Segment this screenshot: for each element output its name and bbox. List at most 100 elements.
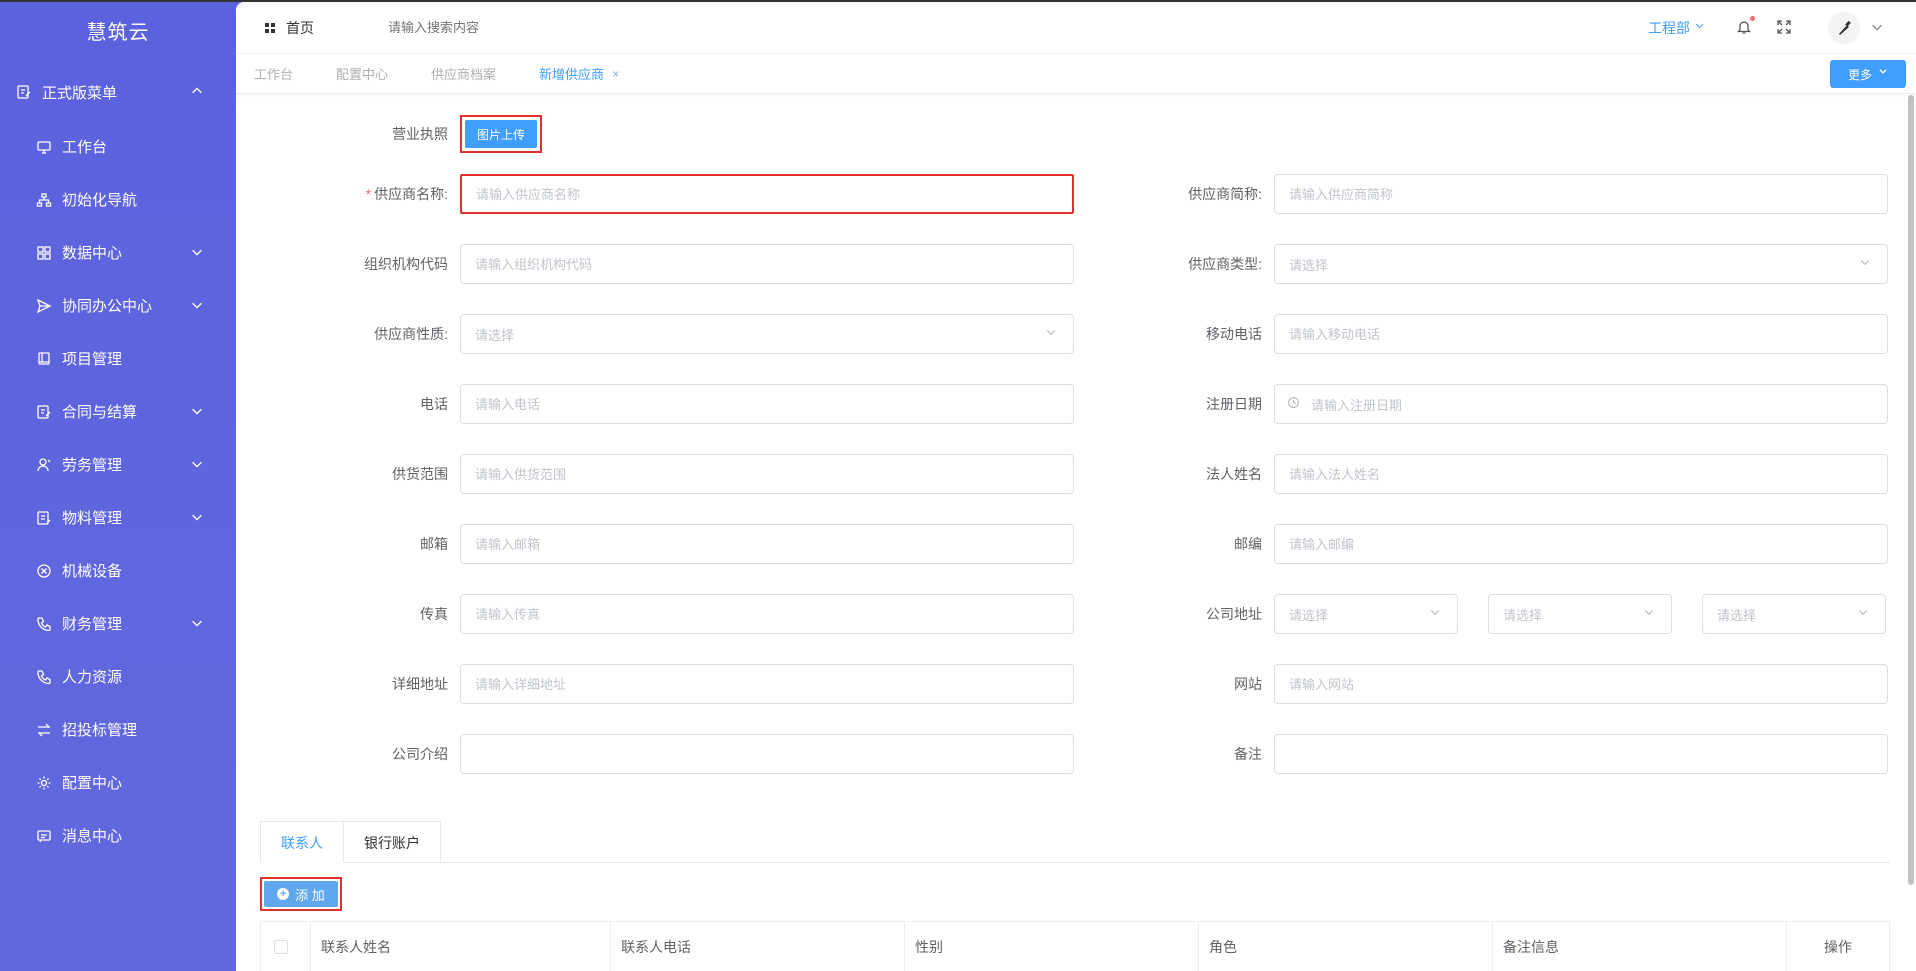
chevron-down-icon [1429, 606, 1445, 622]
tab-contacts[interactable]: 联系人 [260, 821, 344, 863]
field-label: 移动电话 [1126, 314, 1262, 354]
sidebar-item[interactable]: 财务管理 [0, 597, 236, 650]
field-label-text: 备注 [1234, 746, 1262, 762]
text-input[interactable] [1274, 174, 1888, 214]
page-tab-label: 供应商档案 [431, 67, 497, 82]
avatar[interactable] [1828, 12, 1860, 44]
select-placeholder: 请选择 [1289, 257, 1329, 273]
sidebar-group-formal-menu[interactable]: 正式版菜单 [0, 64, 236, 120]
field-label-text: 法人姓名 [1206, 466, 1262, 482]
chevron-down-icon [1045, 326, 1061, 342]
add-highlight-box: + 添 加 [260, 877, 342, 911]
text-input[interactable] [1274, 314, 1888, 354]
home-label: 首页 [286, 19, 314, 36]
chevron-down-icon [190, 245, 206, 261]
sidebar-item[interactable]: 机械设备 [0, 544, 236, 597]
text-input[interactable] [460, 384, 1074, 424]
top-header: 首页 工程部 [236, 2, 1916, 54]
sidebar-item[interactable]: 物料管理 [0, 491, 236, 544]
sidebar-item[interactable]: 协同办公中心 [0, 279, 236, 332]
sidebar-item[interactable]: 招投标管理 [0, 703, 236, 756]
sidebar-item[interactable]: 劳务管理 [0, 438, 236, 491]
user-avatar-icon [1836, 20, 1852, 36]
page-tab-label: 新增供应商 [539, 67, 605, 82]
notification-button[interactable] [1736, 15, 1755, 38]
fullscreen-button[interactable] [1776, 19, 1792, 38]
field-label: 供应商类型: [1126, 244, 1262, 284]
column-header: 联系人姓名 [311, 922, 611, 971]
page-tab[interactable]: 配置中心 [336, 64, 388, 83]
text-input[interactable] [1274, 454, 1888, 494]
book-icon [36, 351, 52, 367]
field-label: 邮编 [1126, 524, 1262, 564]
address-select[interactable]: 请选择 [1488, 594, 1672, 634]
field-label-text: 邮箱 [420, 536, 448, 552]
field-label: 组织机构代码 [316, 244, 448, 284]
text-input[interactable] [1274, 734, 1888, 774]
text-input[interactable] [460, 454, 1074, 494]
upload-highlight-box: 图片上传 [460, 115, 542, 153]
sidebar-item-label: 配置中心 [62, 775, 123, 792]
text-input[interactable] [460, 244, 1074, 284]
add-label: 添 加 [295, 887, 325, 903]
text-input[interactable] [1274, 524, 1888, 564]
page-tab[interactable]: 供应商档案 [431, 64, 496, 83]
sidebar-item[interactable]: 工作台 [0, 120, 236, 173]
address-select[interactable]: 请选择 [1274, 594, 1458, 634]
sidebar-item[interactable]: 数据中心 [0, 226, 236, 279]
worker-icon [36, 457, 52, 473]
field-label-text: 传真 [420, 606, 448, 622]
avatar-chevron-down-icon[interactable] [1870, 20, 1886, 36]
contacts-table-header: 联系人姓名 联系人电话 性别 角色 备注信息 操作 [260, 921, 1890, 971]
field-label-text: 公司地址 [1206, 606, 1262, 622]
more-button[interactable]: 更多 [1830, 60, 1906, 88]
add-contact-button[interactable]: + 添 加 [264, 881, 338, 907]
close-tab-icon[interactable]: × [612, 67, 619, 81]
text-input[interactable] [1274, 664, 1888, 704]
text-input[interactable] [460, 524, 1074, 564]
vertical-scrollbar[interactable] [1908, 95, 1914, 885]
date-placeholder: 请输入注册日期 [1311, 397, 1403, 413]
select-all-checkbox[interactable] [274, 940, 288, 954]
notification-dot [1750, 15, 1755, 21]
page-tab[interactable]: 新增供应商 × [539, 64, 619, 83]
home-breadcrumb[interactable]: 首页 [262, 18, 314, 38]
image-upload-button[interactable]: 图片上传 [465, 120, 537, 148]
text-input[interactable] [460, 664, 1074, 704]
select-dropdown[interactable]: 请选择 [1274, 244, 1888, 284]
address-select[interactable]: 请选择 [1702, 594, 1886, 634]
field-label: 公司地址 [1126, 594, 1262, 634]
department-selector[interactable]: 工程部 [1648, 18, 1706, 38]
sidebar-item[interactable]: 消息中心 [0, 809, 236, 862]
field-label-text: 供货范围 [392, 466, 448, 482]
text-input[interactable] [460, 594, 1074, 634]
field-label: 注册日期 [1126, 384, 1262, 424]
sidebar-item[interactable]: 项目管理 [0, 332, 236, 385]
org-tree-icon [36, 192, 52, 208]
date-picker[interactable]: 请输入注册日期 [1274, 384, 1888, 424]
select-dropdown[interactable]: 请选择 [460, 314, 1074, 354]
column-header: 角色 [1199, 922, 1493, 971]
sidebar-item[interactable]: 人力资源 [0, 650, 236, 703]
text-input[interactable] [460, 734, 1074, 774]
text-input[interactable] [460, 174, 1074, 214]
header-right-tools: 工程部 [1648, 2, 1886, 54]
menu-edit-icon [16, 84, 32, 100]
sidebar-item-label: 项目管理 [62, 351, 123, 368]
chevron-down-icon [1872, 66, 1888, 82]
search-input[interactable] [388, 20, 628, 35]
swap-icon [36, 722, 52, 738]
bell-icon [1736, 19, 1752, 35]
column-header: 操作 [1824, 939, 1852, 955]
sidebar-item[interactable]: 初始化导航 [0, 173, 236, 226]
sidebar-item[interactable]: 配置中心 [0, 756, 236, 809]
sidebar-item[interactable]: 合同与结算 [0, 385, 236, 438]
phone-icon [36, 616, 52, 632]
field-label: 供应商性质: [316, 314, 448, 354]
supplier-form: 营业执照 图片上传 *供应商名称:组织机构代码供应商性质:请选择电话供货范围邮箱… [236, 95, 1916, 971]
tab-bank-accounts[interactable]: 银行账户 [344, 821, 441, 863]
brand-logo-text: 慧筑云 [86, 22, 150, 44]
select-placeholder: 请选择 [1503, 607, 1543, 623]
page-tab[interactable]: 工作台 [254, 64, 293, 83]
field-label-text: 详细地址 [392, 676, 448, 692]
